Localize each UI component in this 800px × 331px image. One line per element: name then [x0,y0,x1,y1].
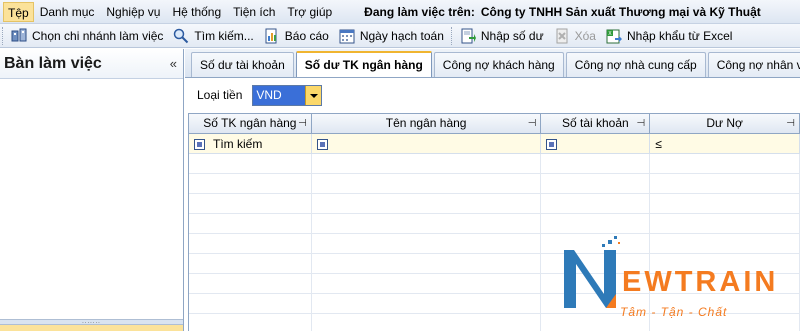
workspace-panel-header: Bàn làm việc « [0,49,183,79]
menu-bar: Tệp Danh mục Nghiệp vụ Hệ thống Tiện ích… [0,0,800,24]
import-balance-icon [460,28,476,44]
filter-cell-debit-balance[interactable]: ≤ [650,134,800,154]
search-text: Tìm kiếm [213,137,263,151]
tab-bank-account-balance[interactable]: Số dư TK ngân hàng [295,51,432,77]
delete-button[interactable]: Xóa [549,25,601,47]
workspace-panel: Bàn làm việc « ....... [0,49,184,331]
toolbar-separator [2,26,4,45]
pin-icon[interactable]: ⊣ [298,114,307,133]
working-on-label: Đang làm việc trên: [364,4,475,19]
tab-supplier-debt[interactable]: Công nợ nhà cung cấp [565,52,706,77]
menu-catalog[interactable]: Danh mục [34,2,101,22]
currency-label: Loại tiền [197,88,243,102]
menu-system[interactable]: Hệ thống [166,2,227,22]
calendar-icon [339,28,355,44]
tab-employee-debt[interactable]: Công nợ nhân viên [707,52,800,77]
report-icon [264,28,280,44]
logo-wordmark: NEWTRAIN [622,266,779,298]
collapse-panel-button[interactable]: « [170,56,177,71]
company-name: Công ty TNHH Sản xuất Thương mại và Kỹ T… [480,4,761,19]
excel-import-icon: X [606,28,622,44]
filter-condition-icon[interactable] [194,138,205,150]
column-header-bank-account-no[interactable]: Số TK ngân hàng ⊣ [189,114,312,134]
panel-bottom-bar [0,325,183,331]
filter-cell-bank-account-no[interactable]: Tìm kiếm [189,134,312,154]
filter-condition-icon[interactable] [546,138,558,150]
currency-select[interactable]: VND [252,84,323,106]
excel-import-label: Nhập khẩu từ Excel [626,28,733,43]
grid-header: Số TK ngân hàng ⊣ Tên ngân hàng ⊣ Số tài k… [189,114,800,134]
filter-operator[interactable]: ≤ [655,137,662,151]
table-row [189,174,800,194]
import-balance-label: Nhập số dư [480,28,544,43]
logo-tagline: Tâm - Tận - Chất [620,305,728,319]
excel-import-button[interactable]: X Nhập khẩu từ Excel [601,25,737,47]
svg-text:X: X [608,31,612,37]
workspace-title: Bàn làm việc [4,54,102,72]
table-row [189,154,800,174]
pin-icon[interactable]: ⊣ [786,114,795,133]
search-button[interactable]: Tìm kiếm... [168,25,258,47]
import-balance-button[interactable]: Nhập số dư [455,25,549,47]
report-button[interactable]: Báo cáo [259,25,334,47]
currency-filter: Loại tiền VND [185,78,800,112]
branch-icon [11,28,27,44]
delete-label: Xóa [574,28,596,43]
toolbar-separator [450,26,453,45]
tab-customer-debt[interactable]: Công nợ khách hàng [433,52,564,77]
posting-date-button[interactable]: Ngày hạch toán [334,25,449,47]
report-label: Báo cáo [284,28,329,43]
tab-strip: Số dư tài khoản Số dư TK ngân hàng Công … [185,49,800,78]
table-row [189,194,800,214]
menu-utilities[interactable]: Tiện ích [227,2,281,22]
chevron-down-icon[interactable] [305,85,322,105]
column-header-account-no[interactable]: Số tài khoản ⊣ [541,114,651,134]
menu-file[interactable]: Tệp [3,1,34,22]
pin-icon[interactable]: ⊣ [528,114,537,133]
currency-value[interactable]: VND [253,85,306,105]
menu-help[interactable]: Trợ giúp [281,2,338,22]
menu-operations[interactable]: Nghiệp vụ [100,2,166,22]
pin-icon[interactable]: ⊣ [637,114,646,133]
choose-branch-label: Chọn chi nhánh làm việc [32,28,164,43]
tab-account-balance[interactable]: Số dư tài khoản [191,52,294,77]
delete-icon [554,28,570,44]
table-row [189,214,800,234]
choose-branch-button[interactable]: Chọn chi nhánh làm việc [6,25,168,47]
column-header-bank-name[interactable]: Tên ngân hàng ⊣ [312,114,542,134]
filter-cell-bank-name[interactable] [312,134,542,154]
filter-condition-icon[interactable] [316,138,328,150]
toolbar: Chọn chi nhánh làm việc Tìm kiếm... Báo … [0,24,800,48]
column-header-debit-balance[interactable]: Dư Nợ ⊣ [650,114,800,134]
search-label: Tìm kiếm... [194,28,254,43]
logo-n-mark [564,236,620,308]
posting-date-label: Ngày hạch toán [359,28,444,43]
newtrain-logo: NEWTRAIN Tâm - Tận - Chất [556,232,800,331]
search-icon [173,28,189,44]
filter-cell-account-no[interactable] [541,134,651,154]
grid-filter-row: Tìm kiếm ≤ [189,134,800,154]
